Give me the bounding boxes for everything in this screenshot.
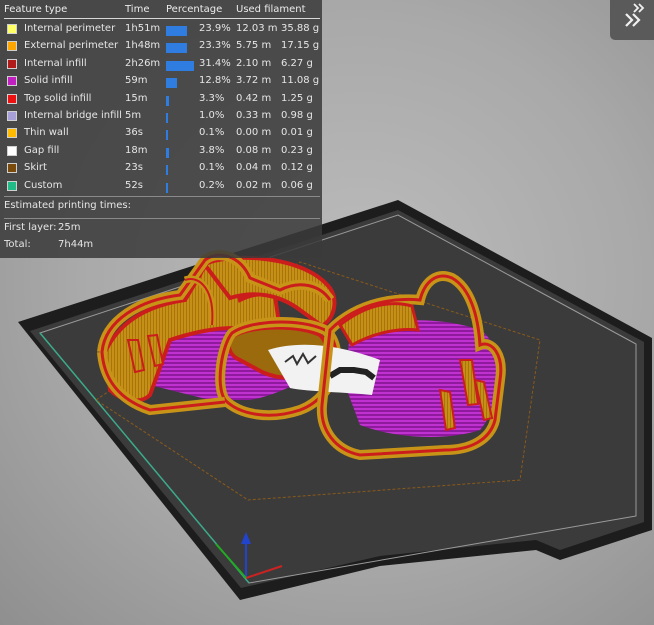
feature-percent: 0.2% <box>199 179 225 191</box>
first-layer-value: 25m <box>58 222 81 233</box>
legend-row[interactable]: Top solid infill 15m 3.3% 0.42 m 1.25 g <box>0 91 322 108</box>
feature-percent: 23.9% <box>199 23 231 34</box>
legend-row[interactable]: Gap fill 18m 3.8% 0.08 m 0.23 g <box>0 143 322 160</box>
feature-weight: 35.88 g <box>281 23 320 34</box>
header-divider <box>4 18 320 19</box>
feature-percent: 1.0% <box>199 110 225 121</box>
feature-time: 59m <box>125 75 148 87</box>
feature-percent: 3.8% <box>199 144 225 156</box>
feature-name: Skirt <box>24 162 47 174</box>
feature-name: Thin wall <box>24 127 69 139</box>
legend-row[interactable]: Custom 52s 0.2% 0.02 m 0.06 g <box>0 178 322 195</box>
feature-time: 52s <box>125 179 143 191</box>
feature-length: 0.08 m <box>236 144 272 156</box>
feature-name: Top solid infill <box>24 92 92 104</box>
estimated-divider-2 <box>4 218 320 219</box>
first-layer-label: First layer: <box>4 222 57 233</box>
color-swatch <box>7 93 17 104</box>
feature-percent: 0.1% <box>199 162 225 174</box>
feature-percent: 0.1% <box>199 127 225 139</box>
color-swatch <box>7 128 17 139</box>
feature-time: 36s <box>125 127 143 139</box>
feature-time: 23s <box>125 162 143 174</box>
feature-length: 0.00 m <box>236 127 272 139</box>
feature-name: Gap fill <box>24 144 60 156</box>
feature-weight: 17.15 g <box>281 40 320 52</box>
percentage-bar <box>166 182 168 193</box>
color-swatch <box>7 76 17 87</box>
total-value: 7h44m <box>58 239 94 250</box>
collapse-sidebar-button[interactable] <box>610 0 654 40</box>
header-feature-type: Feature type <box>4 4 68 15</box>
feature-weight: 6.27 g <box>281 57 313 69</box>
percentage-bar <box>166 113 168 123</box>
color-swatch <box>7 58 17 69</box>
feature-time: 1h48m <box>125 40 161 52</box>
feature-name: Internal bridge infill <box>24 110 122 121</box>
percentage-bar <box>166 43 187 54</box>
feature-length: 0.02 m <box>236 179 272 191</box>
feature-weight: 0.23 g <box>281 144 313 156</box>
header-time: Time <box>125 4 150 15</box>
color-swatch <box>7 24 17 34</box>
percentage-bar <box>166 130 168 141</box>
legend-row[interactable]: External perimeter 1h48m 23.3% 5.75 m 17.15 … <box>0 38 322 55</box>
legend-panel: Feature type Time Percentage Used filame… <box>0 0 322 258</box>
feature-length: 12.03 m <box>236 23 278 34</box>
color-swatch <box>7 145 17 156</box>
feature-length: 5.75 m <box>236 40 272 52</box>
feature-name: External perimeter <box>24 40 119 52</box>
color-swatch <box>7 163 17 174</box>
feature-weight: 0.01 g <box>281 127 313 139</box>
feature-name: Internal infill <box>24 57 87 69</box>
feature-name: Custom <box>24 179 63 191</box>
legend-row[interactable]: Thin wall 36s 0.1% 0.00 m 0.01 g <box>0 125 322 142</box>
feature-percent: 3.3% <box>199 92 225 104</box>
feature-weight: 0.12 g <box>281 162 313 174</box>
feature-weight: 1.25 g <box>281 92 313 104</box>
color-swatch <box>7 111 17 121</box>
total-label: Total: <box>4 239 31 250</box>
feature-name: Solid infill <box>24 75 73 87</box>
feature-length: 3.72 m <box>236 75 272 87</box>
color-swatch <box>7 41 17 52</box>
feature-length: 0.33 m <box>236 110 272 121</box>
header-used-filament: Used filament <box>236 4 306 15</box>
feature-weight: 0.06 g <box>281 179 313 191</box>
feature-time: 1h51m <box>125 23 161 34</box>
percentage-bar <box>166 26 188 36</box>
header-percentage: Percentage <box>166 4 223 15</box>
percentage-bar <box>166 78 178 89</box>
feature-weight: 11.08 g <box>281 75 320 87</box>
color-swatch <box>7 180 17 191</box>
estimated-divider <box>4 196 320 197</box>
feature-percent: 12.8% <box>199 75 231 87</box>
percentage-bar <box>166 60 194 71</box>
feature-length: 2.10 m <box>236 57 272 69</box>
legend-row[interactable]: Solid infill 59m 12.8% 3.72 m 11.08 g <box>0 73 322 90</box>
legend-row[interactable]: Internal perimeter 1h51m 23.9% 12.03 m 35.88… <box>0 21 322 38</box>
percentage-bar <box>166 165 168 176</box>
legend-row[interactable]: Skirt 23s 0.1% 0.04 m 0.12 g <box>0 160 322 177</box>
feature-name: Internal perimeter <box>24 23 116 34</box>
percentage-bar <box>166 147 170 158</box>
feature-time: 2h26m <box>125 57 161 69</box>
estimated-title: Estimated printing times: <box>4 200 132 211</box>
legend-row[interactable]: Internal bridge infill 5m 1.0% 0.33 m 0.98 g <box>0 108 322 125</box>
feature-percent: 31.4% <box>199 57 231 69</box>
percentage-bar <box>166 95 169 106</box>
feature-time: 18m <box>125 144 148 156</box>
feature-time: 15m <box>125 92 148 104</box>
feature-length: 0.04 m <box>236 162 272 174</box>
legend-row[interactable]: Internal infill 2h26m 31.4% 2.10 m 6.27 g <box>0 56 322 73</box>
print-bed <box>18 200 652 600</box>
feature-weight: 0.98 g <box>281 110 313 121</box>
double-chevron-right-icon <box>625 3 645 27</box>
feature-length: 0.42 m <box>236 92 272 104</box>
feature-percent: 23.3% <box>199 40 231 52</box>
feature-time: 5m <box>125 110 142 121</box>
